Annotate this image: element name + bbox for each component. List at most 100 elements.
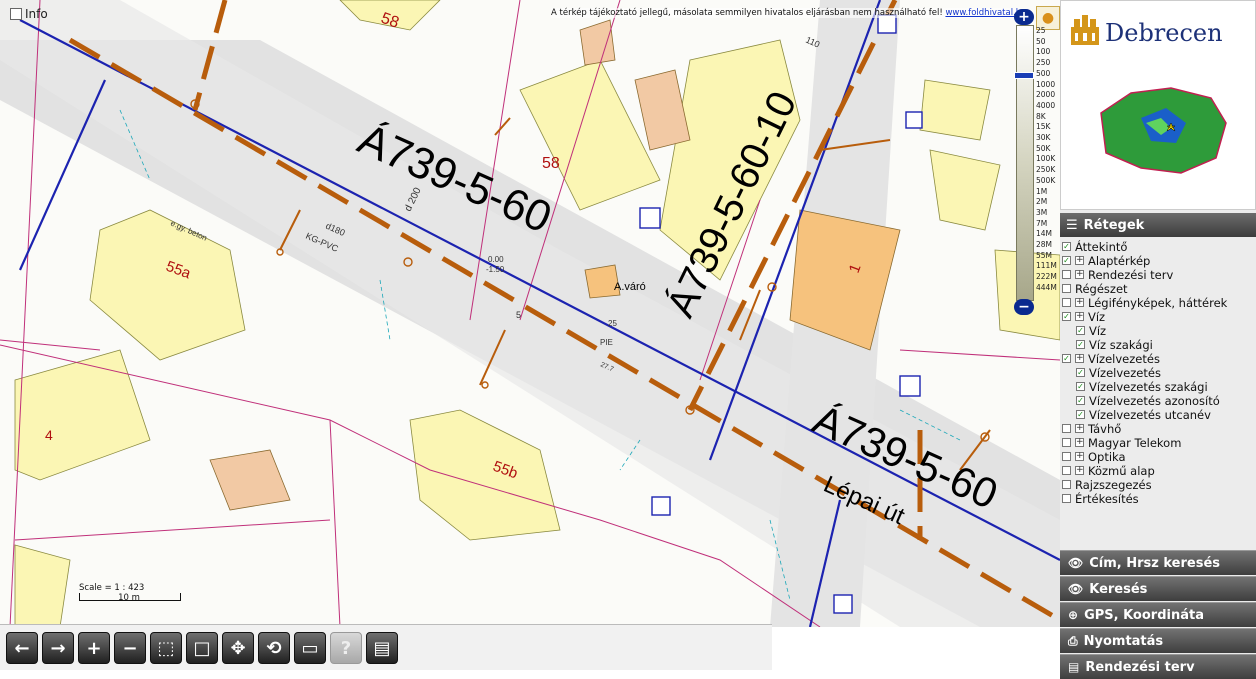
zoom-scale-label[interactable]: 14M xyxy=(1036,229,1057,240)
zoom-slider-minus-button[interactable]: − xyxy=(1014,299,1034,315)
expand-icon[interactable]: + xyxy=(1075,424,1084,433)
layer-item[interactable]: + Magyar Telekom xyxy=(1062,436,1256,450)
layer-item[interactable]: ✓ Áttekintő xyxy=(1062,240,1256,254)
zoom-scale-label[interactable]: 2M xyxy=(1036,197,1057,208)
zoom-slider[interactable]: + − xyxy=(1014,9,1034,315)
layer-checkbox[interactable] xyxy=(1062,466,1071,475)
zoom-box-button[interactable]: ⬚ xyxy=(150,632,182,664)
layer-item[interactable]: ✓ Vízelvezetés utcanév xyxy=(1062,408,1256,422)
zoom-scale-label[interactable]: 8K xyxy=(1036,112,1057,123)
layer-checkbox-checked[interactable]: ✓ xyxy=(1076,410,1085,419)
zoom-out-button[interactable]: − xyxy=(114,632,146,664)
expand-icon[interactable]: + xyxy=(1075,256,1084,265)
layer-checkbox-checked[interactable]: ✓ xyxy=(1076,340,1085,349)
zoom-scale-label[interactable]: 25 xyxy=(1036,26,1057,37)
zoom-scale-label[interactable]: 250 xyxy=(1036,58,1057,69)
layer-item[interactable]: Régészet xyxy=(1062,282,1256,296)
panel-button[interactable]: 👁 Keresés xyxy=(1060,576,1256,601)
zoom-scale-label[interactable]: 100K xyxy=(1036,154,1057,165)
zoom-slider-handle[interactable] xyxy=(1014,72,1034,79)
measure-button[interactable]: ▭ xyxy=(294,632,326,664)
pan-left-button[interactable]: ← xyxy=(6,632,38,664)
expand-icon[interactable]: + xyxy=(1075,354,1084,363)
zoom-slider-rail[interactable] xyxy=(1016,25,1034,301)
zoom-scale-label[interactable]: 50K xyxy=(1036,144,1057,155)
layer-checkbox-checked[interactable]: ✓ xyxy=(1076,326,1085,335)
zoom-scale-label[interactable]: 1M xyxy=(1036,187,1057,198)
info-checkbox[interactable] xyxy=(10,8,22,20)
layer-checkbox[interactable] xyxy=(1062,298,1071,307)
layer-item[interactable]: + Rendezési terv xyxy=(1062,268,1256,282)
layer-item[interactable]: Rajzszegezés xyxy=(1062,478,1256,492)
zoom-scale-label[interactable]: 222M xyxy=(1036,272,1057,283)
panel-button[interactable]: ▤ Rendezési terv xyxy=(1060,654,1256,679)
zoom-scale-label[interactable]: 28M xyxy=(1036,240,1057,251)
layer-item[interactable]: ✓ Vízelvezetés azonosító xyxy=(1062,394,1256,408)
panel-button[interactable]: 👁 Cím, Hrsz keresés xyxy=(1060,550,1256,575)
layer-checkbox-checked[interactable]: ✓ xyxy=(1062,256,1071,265)
full-extent-button[interactable]: □ xyxy=(186,632,218,664)
layer-checkbox-checked[interactable]: ✓ xyxy=(1076,382,1085,391)
layer-item[interactable]: ✓ + Alaptérkép xyxy=(1062,254,1256,268)
layer-checkbox-checked[interactable]: ✓ xyxy=(1062,242,1071,251)
panel-button[interactable]: ⎙ Nyomtatás xyxy=(1060,628,1256,653)
layer-checkbox[interactable] xyxy=(1062,452,1071,461)
zoom-scale-label[interactable]: 500K xyxy=(1036,176,1057,187)
layer-checkbox[interactable] xyxy=(1062,438,1071,447)
layer-item[interactable]: ✓ Vízelvezetés xyxy=(1062,366,1256,380)
zoom-scale-label[interactable]: 15K xyxy=(1036,122,1057,133)
layer-checkbox-checked[interactable]: ✓ xyxy=(1076,368,1085,377)
expand-icon[interactable]: + xyxy=(1075,466,1084,475)
zoom-scale-label[interactable]: 500 xyxy=(1036,69,1057,80)
zoom-scale-label[interactable]: 55M xyxy=(1036,251,1057,262)
layer-item[interactable]: Értékesítés xyxy=(1062,492,1256,506)
expand-icon[interactable]: + xyxy=(1075,312,1084,321)
zoom-slider-plus-button[interactable]: + xyxy=(1014,9,1034,25)
layer-item[interactable]: + Távhő xyxy=(1062,422,1256,436)
layer-item[interactable]: + Légifényképek, háttérek xyxy=(1062,296,1256,310)
layer-checkbox[interactable] xyxy=(1062,424,1071,433)
zoom-scale-label[interactable]: 50 xyxy=(1036,37,1057,48)
zoom-scale-label[interactable]: 7M xyxy=(1036,219,1057,230)
expand-icon[interactable]: + xyxy=(1075,298,1084,307)
map-canvas[interactable]: Á739-5-60 Á739-5-60-10 Á739-5-60 Lépai ú… xyxy=(0,0,1060,627)
zoom-scale-label[interactable]: 2000 xyxy=(1036,90,1057,101)
zoom-scale-label[interactable]: 30K xyxy=(1036,133,1057,144)
zoom-in-button[interactable]: + xyxy=(78,632,110,664)
layer-item[interactable]: + Optika xyxy=(1062,450,1256,464)
pan-button[interactable]: ✥ xyxy=(222,632,254,664)
panel-button[interactable]: ⊕ GPS, Koordináta xyxy=(1060,602,1256,627)
layer-checkbox-checked[interactable]: ✓ xyxy=(1062,312,1071,321)
map-view[interactable]: Á739-5-60 Á739-5-60-10 Á739-5-60 Lépai ú… xyxy=(0,0,1060,627)
zoom-scale-label[interactable]: 250K xyxy=(1036,165,1057,176)
layer-checkbox[interactable] xyxy=(1062,480,1071,489)
layer-item[interactable]: + Közmű alap xyxy=(1062,464,1256,478)
layer-item[interactable]: ✓ Vízelvezetés szakági xyxy=(1062,380,1256,394)
layer-item[interactable]: ✓ Víz szakági xyxy=(1062,338,1256,352)
layer-checkbox[interactable] xyxy=(1062,270,1071,279)
overview-map[interactable] xyxy=(1091,73,1231,183)
zoom-scale-label[interactable]: 100 xyxy=(1036,47,1057,58)
info-toggle[interactable]: Info xyxy=(10,7,48,21)
side-panel: Debrecen ☰ Rétegek ✓ Áttekintő ✓ + Alaptérké… xyxy=(1060,0,1256,679)
layer-checkbox-checked[interactable]: ✓ xyxy=(1062,354,1071,363)
layer-checkbox-checked[interactable]: ✓ xyxy=(1076,396,1085,405)
zoom-scale-label[interactable]: 444M xyxy=(1036,283,1057,294)
help-button[interactable]: ? xyxy=(330,632,362,664)
zoom-scale-label[interactable]: 4000 xyxy=(1036,101,1057,112)
layer-item[interactable]: ✓ Víz xyxy=(1062,324,1256,338)
layer-item[interactable]: ✓ + Vízelvezetés xyxy=(1062,352,1256,366)
expand-icon[interactable]: + xyxy=(1075,270,1084,279)
zoom-scale-label[interactable]: 3M xyxy=(1036,208,1057,219)
layers-panel-header[interactable]: ☰ Rétegek xyxy=(1060,213,1256,237)
expand-icon[interactable]: + xyxy=(1075,438,1084,447)
refresh-button[interactable]: ⟲ xyxy=(258,632,290,664)
pan-right-button[interactable]: → xyxy=(42,632,74,664)
legend-button[interactable]: ▤ xyxy=(366,632,398,664)
expand-icon[interactable]: + xyxy=(1075,452,1084,461)
zoom-scale-label[interactable]: 111M xyxy=(1036,261,1057,272)
layer-item[interactable]: ✓ + Víz xyxy=(1062,310,1256,324)
zoom-scale-label[interactable]: 1000 xyxy=(1036,80,1057,91)
layer-checkbox[interactable] xyxy=(1062,494,1071,503)
layer-checkbox[interactable] xyxy=(1062,284,1071,293)
